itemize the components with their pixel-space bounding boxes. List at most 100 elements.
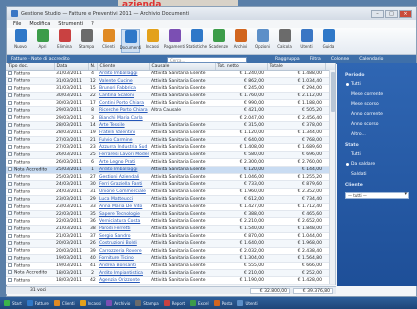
ribbon-button-4[interactable]: Clienti bbox=[99, 29, 118, 53]
ribbon-button-13[interactable]: Utenti bbox=[297, 29, 316, 53]
table-cell[interactable]: Anna Maria De Vito bbox=[97, 203, 149, 211]
row-checkbox[interactable] bbox=[8, 100, 12, 105]
table-row[interactable]: Nota Accredito 25/03/2011 1 Ardito Imballag… bbox=[6, 166, 335, 174]
table-cell[interactable]: Ardito Impiantistica bbox=[97, 269, 149, 278]
table-row[interactable]: Fattura 29/03/2011 8 Ricerche Porto Chiara A… bbox=[6, 106, 335, 115]
row-checkbox[interactable] bbox=[8, 78, 12, 83]
client-select[interactable]: — tutti — bbox=[345, 192, 409, 199]
table-row[interactable]: Fattura 29/03/2011 3 Bianchi Maria Carla € 2… bbox=[6, 114, 335, 123]
table-cell[interactable]: Arte Legno Prati bbox=[97, 158, 149, 167]
row-checkbox[interactable] bbox=[8, 85, 12, 90]
state-option-2[interactable]: Saldati bbox=[351, 172, 413, 177]
ribbon-button-1[interactable]: Apri bbox=[33, 29, 52, 53]
table-cell[interactable]: Ricerche Porto Chiara bbox=[97, 106, 149, 115]
period-option-3[interactable]: Anno corrente bbox=[351, 112, 413, 117]
row-checkbox[interactable] bbox=[8, 107, 12, 112]
table-row[interactable]: Fattura 30/03/2011 17 Contini Porto Chiara A… bbox=[6, 99, 335, 108]
row-checkbox[interactable] bbox=[8, 211, 12, 216]
table-cell[interactable]: Contini Porto Chiara bbox=[97, 99, 149, 108]
row-checkbox[interactable] bbox=[8, 130, 12, 135]
period-option-1[interactable]: Mese corrente bbox=[351, 92, 413, 97]
ribbon-button-12[interactable]: Calcola bbox=[275, 29, 294, 53]
table-row[interactable]: Fattura 27/03/2011 21 Fulvio Carmine Attivit… bbox=[6, 136, 335, 145]
taskbar-item-1[interactable]: Fatture bbox=[26, 300, 49, 306]
table-row[interactable]: Fattura 24/03/2011 31 Unione Commerciale Att… bbox=[6, 188, 335, 197]
ribbon-button-6[interactable]: Incassi bbox=[143, 29, 162, 53]
table-cell[interactable]: Ferri Graziella Fanti bbox=[97, 180, 149, 189]
state-option-0[interactable]: Tutti bbox=[351, 152, 413, 157]
table-cell[interactable]: Agenzia Orizzonte bbox=[97, 276, 149, 285]
table-row[interactable]: Fattura 24/03/2011 30 Ferri Graziella Fanti… bbox=[6, 180, 335, 189]
row-checkbox[interactable] bbox=[8, 93, 12, 98]
table-row[interactable]: Nota Accredito 18/03/2011 2 Ardito Impianti… bbox=[6, 269, 335, 278]
table-cell[interactable]: Fratelli Valentini bbox=[97, 129, 149, 138]
taskbar-item-4[interactable]: Archivio bbox=[106, 300, 130, 306]
close-button[interactable]: × bbox=[399, 9, 412, 18]
column-header-2[interactable]: N. bbox=[88, 63, 98, 71]
row-checkbox[interactable] bbox=[8, 70, 12, 75]
taskbar-item-9[interactable]: Utenti bbox=[237, 300, 258, 306]
search-input[interactable]: Cerca... bbox=[167, 56, 247, 63]
row-checkbox[interactable] bbox=[8, 240, 12, 245]
row-checkbox[interactable] bbox=[8, 152, 12, 157]
row-checkbox[interactable] bbox=[8, 122, 12, 127]
row-checkbox[interactable] bbox=[8, 255, 12, 260]
row-checkbox[interactable] bbox=[8, 189, 12, 194]
column-header-1[interactable]: Data bbox=[54, 63, 89, 71]
view-link-3[interactable]: Calendario bbox=[359, 57, 383, 62]
table-row[interactable]: Fattura 28/03/2011 19 Fratelli Valentini Att… bbox=[6, 129, 335, 138]
table-row[interactable]: Fattura 26/03/2011 6 Arte Legno Prati Attivi… bbox=[6, 158, 335, 167]
row-checkbox[interactable] bbox=[8, 196, 12, 201]
period-option-4[interactable]: Anno scorso bbox=[351, 122, 413, 127]
ribbon-button-2[interactable]: Elimina bbox=[55, 29, 74, 53]
row-checkbox[interactable] bbox=[8, 270, 12, 275]
view-link-0[interactable]: Raggruppa bbox=[275, 57, 300, 62]
menu-item-1[interactable]: Modifica bbox=[29, 21, 50, 27]
state-option-1[interactable]: Da saldare bbox=[346, 162, 413, 167]
table-cell[interactable]: Carrozzeria Rovere bbox=[97, 247, 149, 256]
view-link-1[interactable]: Filtra bbox=[310, 57, 321, 62]
period-option-5[interactable]: Altro... bbox=[351, 132, 413, 137]
column-header-0[interactable]: Tipo doc. bbox=[6, 63, 55, 71]
row-checkbox[interactable] bbox=[8, 226, 12, 231]
row-checkbox[interactable] bbox=[8, 277, 12, 282]
table-cell[interactable]: Arte Tessile bbox=[97, 121, 149, 130]
ribbon-button-14[interactable]: Guida bbox=[319, 29, 338, 53]
maximize-button[interactable]: □ bbox=[385, 9, 398, 18]
view-link-2[interactable]: Colonne bbox=[331, 57, 349, 62]
table-row[interactable]: Fattura 26/03/2011 25 Ferraresi Lavori Mode… bbox=[6, 151, 335, 160]
table-cell[interactable]: Parodi Ferretti bbox=[97, 225, 149, 234]
table-cell[interactable]: Sergio Sandro bbox=[97, 232, 149, 241]
table-row[interactable]: Fattura 19/03/2011 40 Forniture Ticino Attiv… bbox=[6, 254, 335, 263]
row-checkbox[interactable] bbox=[8, 115, 12, 120]
table-row[interactable]: Fattura 27/03/2011 23 Azzurra Industria Sud… bbox=[6, 143, 335, 152]
table-cell[interactable]: Valente Cucine bbox=[97, 77, 149, 86]
table-cell[interactable]: Luca Matteucci bbox=[97, 195, 149, 204]
table-row[interactable]: Fattura 31/03/2011 15 Brunori Fabbrica Attiv… bbox=[6, 84, 335, 93]
table-cell[interactable]: Ardito Imballaggi bbox=[97, 166, 149, 174]
table-row[interactable]: Fattura 19/03/2011 41 Andrea Bonsanti Attivi… bbox=[6, 262, 335, 271]
table-cell[interactable]: Brunori Fabbrica bbox=[97, 84, 149, 93]
table-cell[interactable]: Verniciatura Costa bbox=[97, 217, 149, 226]
ribbon-button-8[interactable]: Statistiche bbox=[186, 29, 207, 53]
row-checkbox[interactable] bbox=[8, 181, 12, 186]
row-checkbox[interactable] bbox=[8, 248, 12, 253]
row-checkbox[interactable] bbox=[8, 174, 12, 179]
table-row[interactable]: Fattura 23/03/2011 29 Luca Matteucci Attivit… bbox=[6, 195, 335, 204]
minimize-button[interactable]: – bbox=[371, 9, 384, 18]
table-cell[interactable]: Azzurra Industria Sud bbox=[97, 143, 149, 152]
taskbar-item-8[interactable]: Posta bbox=[213, 300, 232, 306]
table-row[interactable]: Fattura 25/03/2011 27 Gestioni Aziendali Att… bbox=[6, 173, 335, 182]
ribbon-button-3[interactable]: Stampa bbox=[77, 29, 96, 53]
period-option-2[interactable]: Mese scorso bbox=[351, 102, 413, 107]
row-checkbox[interactable] bbox=[8, 167, 12, 172]
table-cell[interactable]: Sapere Tecnologie bbox=[97, 210, 149, 219]
row-checkbox[interactable] bbox=[8, 233, 12, 238]
table-row[interactable]: Fattura 21/03/2011 38 Parodi Ferretti Attivi… bbox=[6, 225, 335, 234]
ribbon-button-0[interactable]: Nuovo bbox=[11, 29, 30, 53]
table-cell[interactable]: Andrea Bonsanti bbox=[97, 262, 149, 271]
table-cell[interactable]: Gestioni Aziendali bbox=[97, 173, 149, 182]
ribbon-button-10[interactable]: Archivi bbox=[231, 29, 250, 53]
table-cell[interactable]: Ardito Imballaggi bbox=[97, 70, 149, 78]
table-cell[interactable]: Fulvio Carmine bbox=[97, 136, 149, 145]
